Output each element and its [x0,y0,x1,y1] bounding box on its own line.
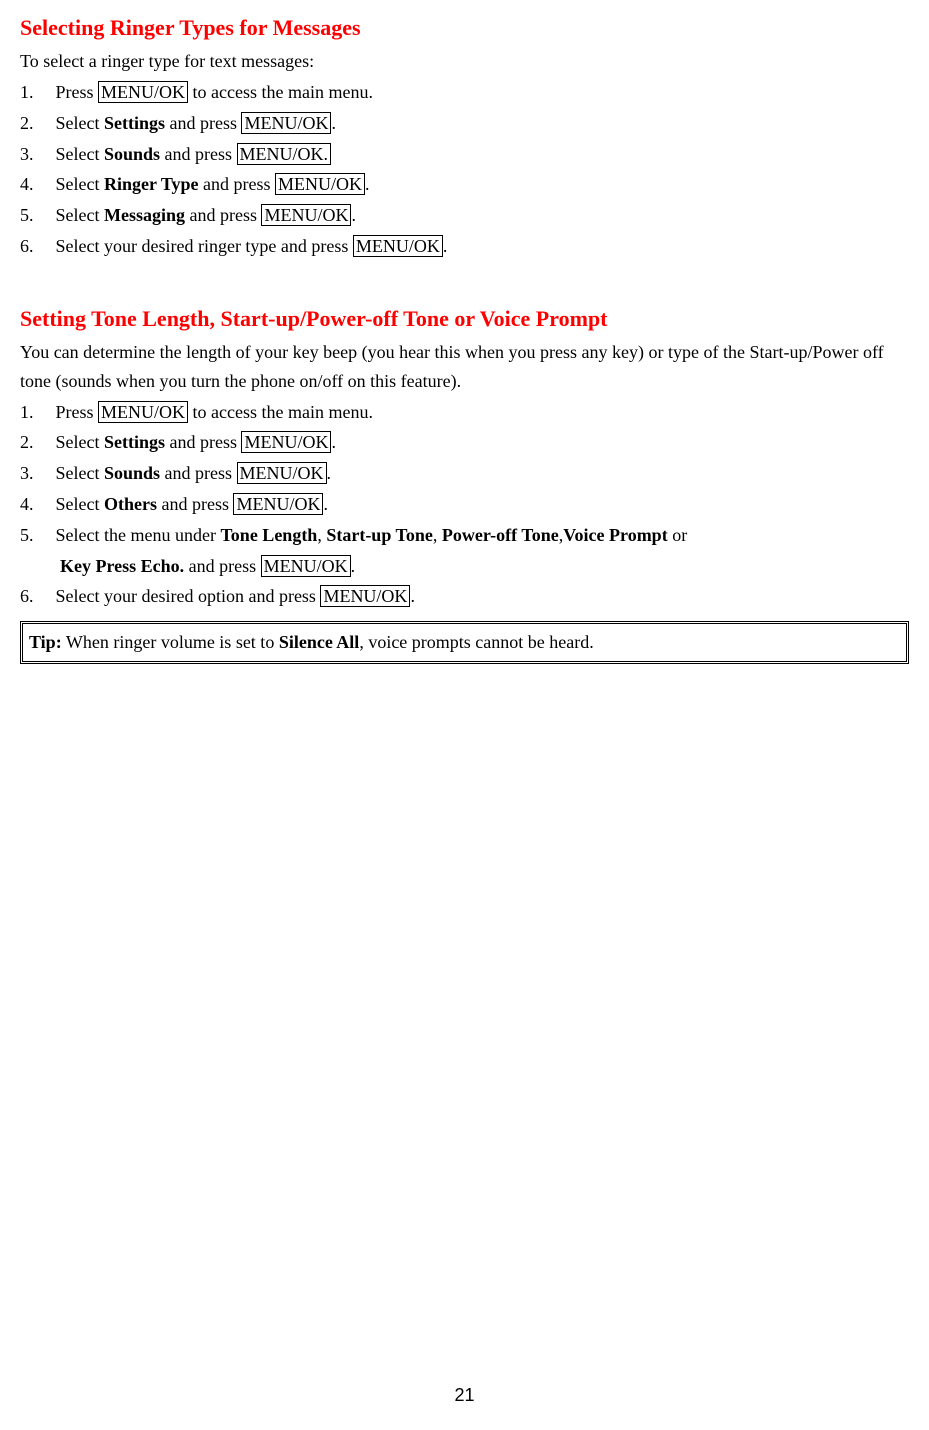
step-4: 4. Select Others and press MENU/OK. [20,490,909,519]
step-text: . [365,174,370,194]
key-press-echo-label: Key Press Echo. [60,556,184,576]
step-text: . [327,463,332,483]
step-text: . [331,113,336,133]
settings-label: Settings [104,113,165,133]
step-text: to access the main menu. [188,82,373,102]
step-text: and press [160,463,236,483]
step-text: . [323,494,328,514]
step-text: . [331,432,336,452]
tip-label: Tip: [29,632,62,652]
ringer-type-label: Ringer Type [104,174,199,194]
step-text: Select your desired ringer type and pres… [56,236,353,256]
step-text: . [351,205,356,225]
menu-ok-key: MENU/OK [353,235,443,257]
others-label: Others [104,494,157,514]
tip-text: , voice prompts cannot be heard. [359,632,593,652]
separator: , [317,525,326,545]
step-text: Select [56,463,104,483]
step-text: Select [56,174,104,194]
step-6: 6. Select your desired option and press … [20,582,909,611]
step-6: 6. Select your desired ringer type and p… [20,232,909,261]
step-text: and press [160,144,236,164]
intro-tone-length: You can determine the length of your key… [20,338,909,396]
step-3: 3. Select Sounds and press MENU/OK. [20,459,909,488]
step-text: Select [56,494,104,514]
heading-ringer-types: Selecting Ringer Types for Messages [20,10,909,45]
steps-ringer-types: 1. Press MENU/OK to access the main menu… [20,78,909,261]
voice-prompt-label: Voice Prompt [563,525,667,545]
menu-ok-key: MENU/OK. [237,143,332,165]
menu-ok-key: MENU/OK [241,112,331,134]
heading-tone-length: Setting Tone Length, Start-up/Power-off … [20,301,909,336]
step-text: and press [185,205,261,225]
silence-all-label: Silence All [279,632,360,652]
menu-ok-key: MENU/OK [233,493,323,515]
step-text: to access the main menu. [188,402,373,422]
step-number: 5. [20,521,42,550]
poweroff-tone-label: Power-off Tone [442,525,559,545]
step-1: 1. Press MENU/OK to access the main menu… [20,78,909,107]
step-3: 3. Select Sounds and press MENU/OK. [20,140,909,169]
step-text: and press [184,556,260,576]
menu-ok-key: MENU/OK [237,462,327,484]
step-text: Select [56,432,104,452]
tone-length-label: Tone Length [220,525,317,545]
step-5: 5. Select Messaging and press MENU/OK. [20,201,909,230]
step-2: 2. Select Settings and press MENU/OK. [20,428,909,457]
tip-box: Tip: When ringer volume is set to Silenc… [20,621,909,664]
step-text: Select [56,113,104,133]
steps-tone-length-cont: 6. Select your desired option and press … [20,582,909,611]
step-number: 3. [20,140,42,169]
step-number: 1. [20,78,42,107]
step-2: 2. Select Settings and press MENU/OK. [20,109,909,138]
step-number: 1. [20,398,42,427]
step-number: 3. [20,459,42,488]
step-text: Select [56,144,104,164]
step-1: 1. Press MENU/OK to access the main menu… [20,398,909,427]
step-4: 4. Select Ringer Type and press MENU/OK. [20,170,909,199]
step-text: . [351,556,356,576]
section-tone-length: Setting Tone Length, Start-up/Power-off … [20,301,909,664]
step-number: 2. [20,109,42,138]
step-text: or [668,525,688,545]
step-5: 5. Select the menu under Tone Length, St… [20,521,909,550]
menu-ok-key: MENU/OK [98,81,188,103]
step-text: and press [165,113,241,133]
step-5-continuation: Key Press Echo. and press MENU/OK. [20,552,909,581]
step-text: Select [56,205,104,225]
steps-tone-length: 1. Press MENU/OK to access the main menu… [20,398,909,550]
step-number: 4. [20,170,42,199]
sounds-label: Sounds [104,144,160,164]
section-ringer-types: Selecting Ringer Types for Messages To s… [20,10,909,261]
startup-tone-label: Start-up Tone [326,525,433,545]
intro-ringer-types: To select a ringer type for text message… [20,47,909,76]
step-text: and press [165,432,241,452]
step-text: and press [157,494,233,514]
separator: , [433,525,442,545]
page-number: 21 [0,1381,929,1410]
step-text: Press [56,402,99,422]
tip-text: When ringer volume is set to [62,632,279,652]
menu-ok-key: MENU/OK [98,401,188,423]
step-number: 5. [20,201,42,230]
step-number: 6. [20,232,42,261]
step-text: Press [56,82,99,102]
settings-label: Settings [104,432,165,452]
step-number: 6. [20,582,42,611]
step-text: . [410,586,415,606]
menu-ok-key: MENU/OK [320,585,410,607]
menu-ok-key: MENU/OK [241,431,331,453]
sounds-label: Sounds [104,463,160,483]
step-number: 4. [20,490,42,519]
menu-ok-key: MENU/OK [275,173,365,195]
step-text: Select the menu under [56,525,221,545]
step-text: Select your desired option and press [56,586,321,606]
menu-ok-key: MENU/OK [261,555,351,577]
messaging-label: Messaging [104,205,185,225]
step-text: . [443,236,448,256]
step-text: and press [199,174,275,194]
menu-ok-key: MENU/OK [261,204,351,226]
step-number: 2. [20,428,42,457]
